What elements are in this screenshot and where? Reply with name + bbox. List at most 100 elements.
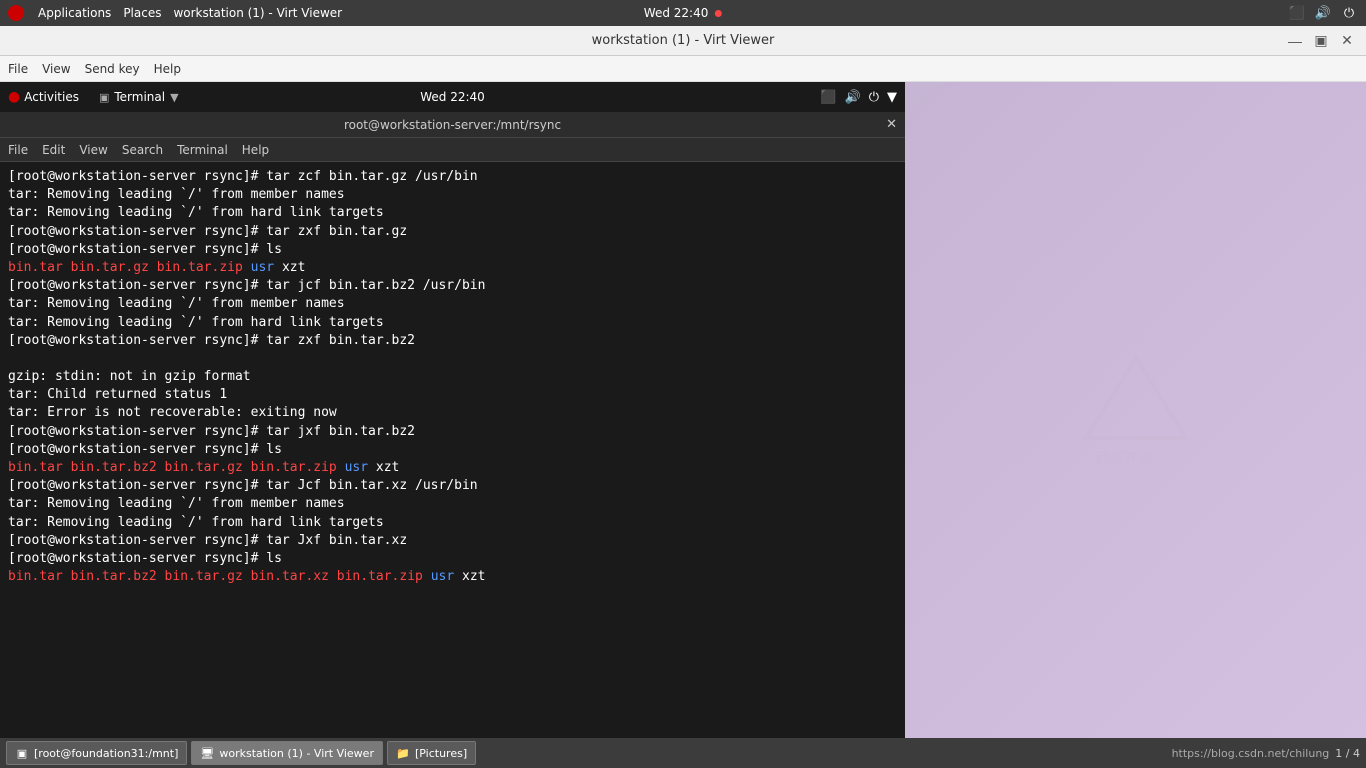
terminal-content[interactable]: [root@workstation-server rsync]# tar zcf… xyxy=(0,162,905,738)
menu-help[interactable]: Help xyxy=(154,62,181,76)
applications-menu[interactable]: Applications xyxy=(38,6,111,20)
terminal-line: [root@workstation-server rsync]# tar zxf… xyxy=(8,332,897,350)
command-text: ls xyxy=(258,242,281,257)
terminal-line: [root@workstation-server rsync]# tar Jcf… xyxy=(8,477,897,495)
prompt-text: [root@workstation-server rsync]# xyxy=(8,333,258,348)
file-item: bin.tar xyxy=(8,460,63,475)
prompt-text: [root@workstation-server rsync]# xyxy=(8,424,258,439)
system-bar-left: Applications Places workstation (1) - Vi… xyxy=(8,5,342,21)
command-text: tar jcf bin.tar.bz2 /usr/bin xyxy=(258,278,485,293)
svg-text:西部开源: 西部开源 xyxy=(1096,451,1152,467)
prompt-text: [root@workstation-server rsync]# xyxy=(8,478,258,493)
prompt-text: [root@workstation-server rsync]# xyxy=(8,242,258,257)
terminal-line: [root@workstation-server rsync]# ls xyxy=(8,550,897,568)
terminal-close-button[interactable]: ✕ xyxy=(886,117,897,132)
clock-dot-icon xyxy=(715,10,722,17)
output-line: tar: Removing leading `/' from member na… xyxy=(8,295,897,313)
inner-network-icon[interactable]: ⬛ xyxy=(820,90,836,105)
page-indicator: 1 / 4 xyxy=(1335,747,1360,760)
prompt-text: [root@workstation-server rsync]# xyxy=(8,551,258,566)
close-button[interactable]: ✕ xyxy=(1338,32,1356,50)
command-text: tar Jxf bin.tar.xz xyxy=(258,533,407,548)
files-line: bin.tar bin.tar.gz bin.tar.zip usr xzt xyxy=(8,259,897,277)
taskbar-right: https://blog.csdn.net/chilung 1 / 4 xyxy=(1172,747,1360,760)
watermark: 西部开源 xyxy=(1076,348,1196,472)
system-bar: Applications Places workstation (1) - Vi… xyxy=(0,0,1366,26)
places-menu[interactable]: Places xyxy=(123,6,161,20)
term-menu-file[interactable]: File xyxy=(8,143,28,157)
file-item: usr xyxy=(431,569,454,584)
file-item: xzt xyxy=(462,569,485,584)
prompt-text: [root@workstation-server rsync]# xyxy=(8,442,258,457)
term-menu-edit[interactable]: Edit xyxy=(42,143,65,157)
network-icon[interactable]: ⬛ xyxy=(1288,4,1306,22)
file-item: usr xyxy=(251,260,274,275)
terminal-taskbar-item[interactable]: ▣ Terminal ▼ xyxy=(99,90,179,104)
maximize-button[interactable]: ▣ xyxy=(1312,32,1330,50)
terminal-taskbar-icon: ▣ xyxy=(15,746,29,760)
terminal-window: ● Activities ▣ Terminal ▼ Wed 22:40 ⬛ 🔊 … xyxy=(0,82,905,738)
taskbar-terminal-label: [root@foundation31:/mnt] xyxy=(34,747,178,760)
files-line: bin.tar bin.tar.bz2 bin.tar.gz bin.tar.z… xyxy=(8,459,897,477)
menu-bar: File View Send key Help xyxy=(0,56,1366,82)
command-text: tar Jcf bin.tar.xz /usr/bin xyxy=(258,478,477,493)
file-item: bin.tar xyxy=(8,569,63,584)
prompt-text: [root@workstation-server rsync]# xyxy=(8,278,258,293)
redhat-small-icon: ● xyxy=(8,89,20,105)
output-line: tar: Removing leading `/' from hard link… xyxy=(8,514,897,532)
prompt-text: [root@workstation-server rsync]# xyxy=(8,169,258,184)
inner-gnome-bar: ● Activities ▣ Terminal ▼ Wed 22:40 ⬛ 🔊 … xyxy=(0,82,905,112)
system-time: Wed 22:40 xyxy=(644,6,722,20)
activities-button[interactable]: ● Activities xyxy=(8,89,79,105)
term-menu-terminal[interactable]: Terminal xyxy=(177,143,228,157)
window-menu-label[interactable]: workstation (1) - Virt Viewer xyxy=(173,6,342,20)
term-menu-view[interactable]: View xyxy=(79,143,107,157)
terminal-line xyxy=(8,350,897,368)
terminal-line: [root@workstation-server rsync]# tar zxf… xyxy=(8,223,897,241)
terminal-menu: File Edit View Search Terminal Help xyxy=(0,138,905,162)
folder-taskbar-icon: 📁 xyxy=(396,746,410,760)
desktop-area: 西部开源 xyxy=(905,82,1366,738)
menu-view[interactable]: View xyxy=(42,62,70,76)
window-controls: — ▣ ✕ xyxy=(1286,32,1356,50)
taskbar-pictures-label: [Pictures] xyxy=(415,747,467,760)
taskbar-item-virt[interactable]: 🖥 workstation (1) - Virt Viewer xyxy=(191,741,383,765)
power-icon[interactable]: ⏻ xyxy=(1340,4,1358,22)
inner-volume-icon[interactable]: 🔊 xyxy=(845,90,861,105)
volume-icon[interactable]: 🔊 xyxy=(1314,4,1332,22)
taskbar-item-pictures[interactable]: 📁 [Pictures] xyxy=(387,741,476,765)
inner-power-icon[interactable]: ⏻ xyxy=(869,90,879,105)
file-item: xzt xyxy=(376,460,399,475)
virt-taskbar-icon: 🖥 xyxy=(200,746,214,760)
term-menu-help[interactable]: Help xyxy=(242,143,269,157)
menu-file[interactable]: File xyxy=(8,62,28,76)
file-item: bin.tar.bz2 xyxy=(71,569,157,584)
terminal-line: [root@workstation-server rsync]# ls xyxy=(8,241,897,259)
file-item: bin.tar.xz xyxy=(251,569,329,584)
inner-arrow-icon[interactable]: ▼ xyxy=(887,90,897,105)
command-text: ls xyxy=(258,442,281,457)
files-line: bin.tar bin.tar.bz2 bin.tar.gz bin.tar.x… xyxy=(8,568,897,586)
taskbar-url: https://blog.csdn.net/chilung xyxy=(1172,747,1330,760)
output-line: tar: Error is not recoverable: exiting n… xyxy=(8,404,897,422)
output-line: tar: Removing leading `/' from member na… xyxy=(8,186,897,204)
terminal-line: [root@workstation-server rsync]# tar Jxf… xyxy=(8,532,897,550)
terminal-icon: ▣ xyxy=(99,91,109,104)
minimize-button[interactable]: — xyxy=(1286,32,1304,50)
prompt-text: [root@workstation-server rsync]# xyxy=(8,533,258,548)
prompt-text: [root@workstation-server rsync]# xyxy=(8,224,258,239)
command-text: tar zcf bin.tar.gz /usr/bin xyxy=(258,169,477,184)
file-item: usr xyxy=(345,460,368,475)
terminal-line: [root@workstation-server rsync]# ls xyxy=(8,441,897,459)
term-menu-search[interactable]: Search xyxy=(122,143,163,157)
window-titlebar: workstation (1) - Virt Viewer — ▣ ✕ xyxy=(0,26,1366,56)
file-item: bin.tar xyxy=(8,260,63,275)
menu-send-key[interactable]: Send key xyxy=(85,62,140,76)
terminal-title: root@workstation-server:/mnt/rsync xyxy=(344,118,561,132)
command-text: tar zxf bin.tar.gz xyxy=(258,224,407,239)
taskbar-item-terminal[interactable]: ▣ [root@foundation31:/mnt] xyxy=(6,741,187,765)
window-title: workstation (1) - Virt Viewer xyxy=(592,33,775,48)
file-item: xzt xyxy=(282,260,305,275)
system-bar-right: ⬛ 🔊 ⏻ xyxy=(1288,4,1358,22)
inner-time: Wed 22:40 xyxy=(420,90,485,104)
